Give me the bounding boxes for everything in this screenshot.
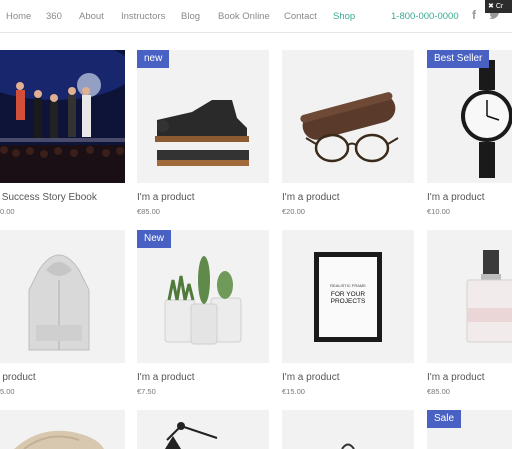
product-price: 0.00 [0,207,15,216]
nav-contact[interactable]: Contact [284,11,317,22]
product-image: Sale [427,410,512,449]
product-price: €10.00 [427,207,450,216]
facebook-icon[interactable]: f [472,8,476,22]
product-name[interactable]: I'm a product [427,372,485,383]
product-name[interactable]: I'm a product [427,192,485,203]
product-price: 5.00 [0,387,15,396]
picture-frame: REALISTIC FRAME FOR YOUR PROJECTS [314,252,382,342]
product-image [282,410,414,449]
shoe-image: new [137,50,269,183]
product-price: €15.00 [282,387,305,396]
badge-new: New [137,230,172,248]
nav-instructors[interactable]: Instructors [121,11,165,22]
nav-shop[interactable]: Shop [333,11,355,22]
watch-image: Best Seller [427,50,512,183]
product-name[interactable]: I'm a product [282,372,340,383]
top-nav: Home 360 About Instructors Blog Book Onl… [0,0,512,32]
badge-sale: Sale [427,410,462,428]
product-name[interactable]: I'm a product [137,372,195,383]
frame-text-line1: FOR YOUR [330,291,366,298]
product-name[interactable]: I'm a product [137,192,195,203]
badge-best-seller: Best Seller [427,50,490,68]
concert-photo [0,50,125,183]
hoodie-image [0,230,125,363]
perfume-image [427,230,512,363]
product-price: €85.00 [427,387,450,396]
product-name[interactable]: I'm a product [282,192,340,203]
nav-divider [0,32,512,33]
phone-number: 1-800-000-0000 [391,11,459,22]
frame-image: REALISTIC FRAME FOR YOUR PROJECTS [282,230,414,363]
frame-text-line2: PROJECTS [330,298,366,305]
product-price: €7.50 [137,387,156,396]
product-name[interactable]: a product [0,372,36,383]
scarf-image [0,410,125,449]
glasses-image [282,50,414,183]
nav-home[interactable]: Home [6,11,31,22]
corner-badge: ✖ Cr [485,0,512,13]
product-price: €20.00 [282,207,305,216]
nav-book-online[interactable]: Book Online [218,11,270,22]
product-price: €85.00 [137,207,160,216]
nav-360[interactable]: 360 [46,11,62,22]
nav-about[interactable]: About [79,11,104,22]
product-name[interactable]: y Success Story Ebook [0,192,97,203]
cactus-image: New [137,230,269,363]
lamp-image [137,410,269,449]
badge-new: new [137,50,170,68]
frame-small-text: REALISTIC FRAME [330,283,366,288]
nav-blog[interactable]: Blog [181,11,200,22]
